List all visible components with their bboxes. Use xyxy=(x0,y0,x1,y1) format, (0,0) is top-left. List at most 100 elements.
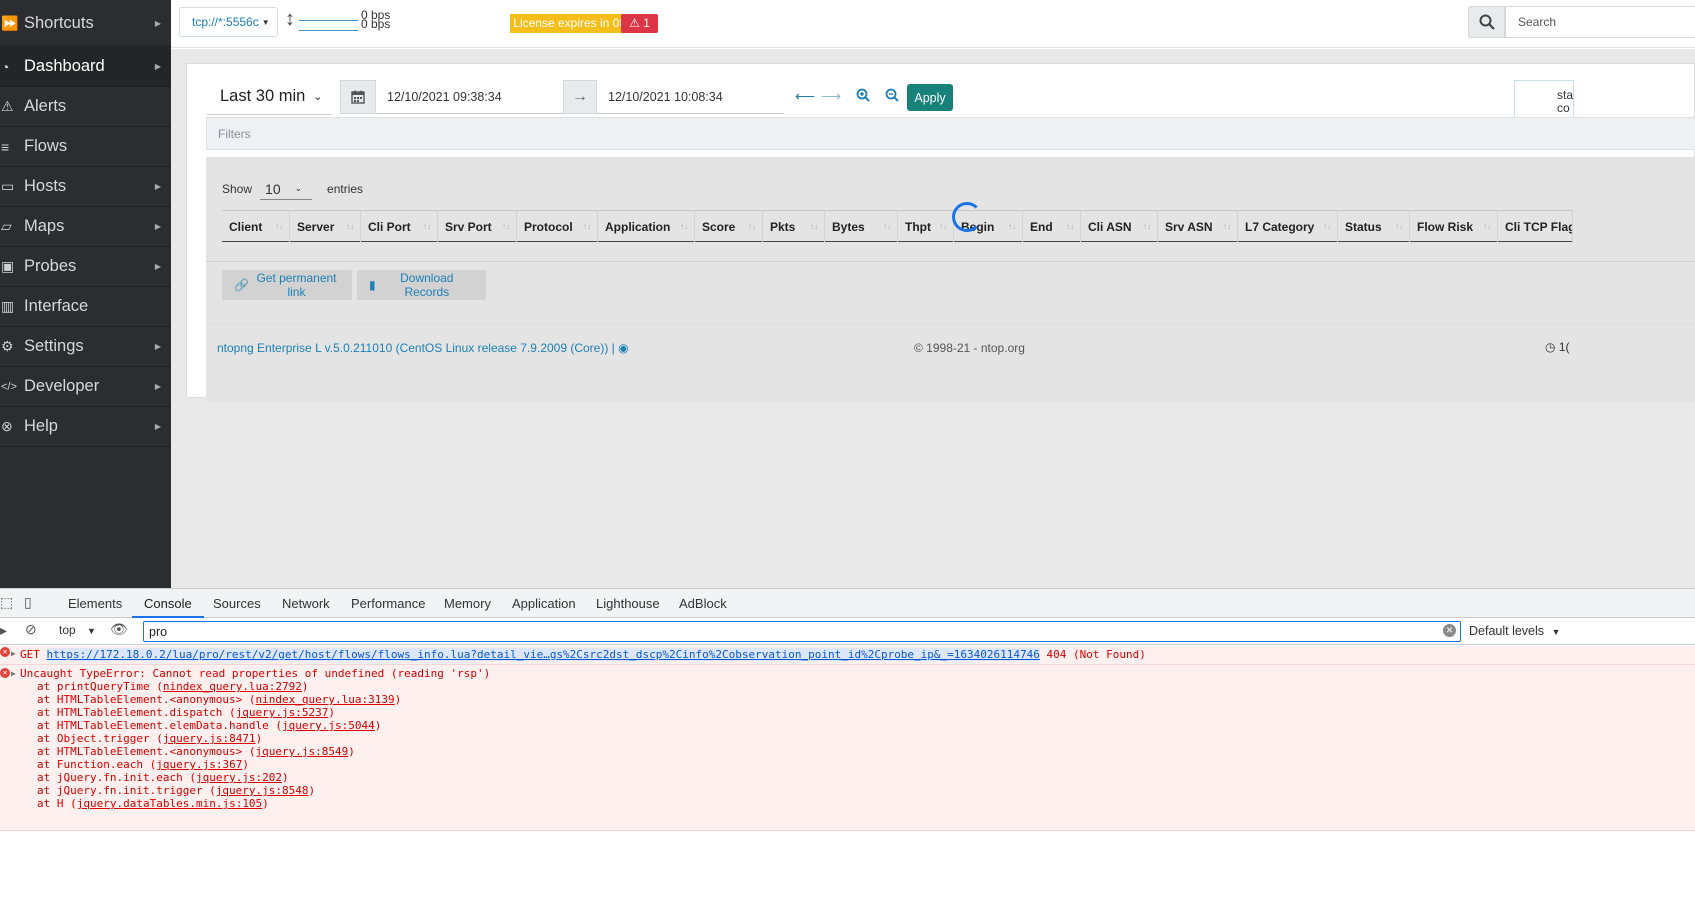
column-header-pkts[interactable]: Pkts ↑↓ xyxy=(763,211,825,242)
sidebar-item-maps[interactable]: ▱ Maps ▶ xyxy=(0,207,171,247)
expand-triangle-icon[interactable]: ▶ xyxy=(11,646,16,662)
device-toolbar-icon[interactable]: ▯ xyxy=(24,594,32,611)
arrow-right-icon[interactable]: ⟶ xyxy=(821,88,841,105)
stack-location-link[interactable]: jquery.js:8549 xyxy=(256,745,349,758)
close-icon[interactable]: ✕ xyxy=(1443,624,1456,637)
column-header-end[interactable]: End ↑↓ xyxy=(1023,211,1081,242)
tab-sources[interactable]: Sources xyxy=(213,589,261,618)
version-link[interactable]: ntopng Enterprise L v.5.0.211010 (CentOS… xyxy=(217,341,629,355)
stack-location-link[interactable]: nindex_query.lua:3139 xyxy=(256,693,395,706)
column-header-cli-asn[interactable]: Cli ASN ↑↓ xyxy=(1081,211,1158,242)
expand-triangle-icon[interactable]: ▶ xyxy=(11,666,16,682)
sort-icon: ↑↓ xyxy=(1223,222,1231,231)
zoom-in-icon[interactable] xyxy=(856,88,870,105)
tab-memory[interactable]: Memory xyxy=(444,589,491,618)
apply-button[interactable]: Apply xyxy=(907,84,953,111)
console-error-message[interactable]: ✕ ▶ GET https://172.18.0.2/lua/pro/rest/… xyxy=(0,646,1695,665)
levels-label: Default levels xyxy=(1469,624,1545,638)
sidebar-item-alerts[interactable]: ⚠ Alerts xyxy=(0,87,171,127)
column-header-bytes[interactable]: Bytes ↑↓ xyxy=(825,211,898,242)
stack-location-link[interactable]: jquery.js:8471 xyxy=(163,732,256,745)
tab-performance[interactable]: Performance xyxy=(351,589,425,618)
arrow-left-icon[interactable]: ⟵ xyxy=(795,88,815,105)
entries-select[interactable]: 10 ⌄ xyxy=(260,178,313,200)
date-to-input[interactable] xyxy=(597,80,784,114)
sidebar-toggle-icon[interactable]: ▸ xyxy=(0,622,7,639)
column-header-client[interactable]: Client ↑↓ xyxy=(222,211,290,242)
sidebar-item-label: Dashboard xyxy=(24,57,105,75)
stack-function: at Object.trigger ( xyxy=(37,732,163,745)
time-range-select[interactable]: Last 30 min ⌄ xyxy=(207,78,332,115)
sidebar-item-interface[interactable]: ▥ Interface xyxy=(0,287,171,327)
sidebar-item-settings[interactable]: ⚙ Settings ▶ xyxy=(0,327,171,367)
column-header-server[interactable]: Server ↑↓ xyxy=(290,211,361,242)
status-text-2: co xyxy=(1557,101,1570,115)
stack-location-link[interactable]: jquery.js:367 xyxy=(156,758,242,771)
tab-console[interactable]: Console xyxy=(132,589,204,618)
sidebar-item-help[interactable]: ⊗ Help ▶ xyxy=(0,407,171,447)
date-from-input[interactable] xyxy=(376,80,563,114)
tab-elements[interactable]: Elements xyxy=(68,589,122,618)
column-header-l7-category[interactable]: L7 Category ↑↓ xyxy=(1238,211,1338,242)
stack-location-link[interactable]: nindex_query.lua:2792 xyxy=(163,680,302,693)
column-label: Cli ASN xyxy=(1088,220,1132,234)
column-header-srv-asn[interactable]: Srv ASN ↑↓ xyxy=(1158,211,1238,242)
clear-console-icon[interactable]: ⊘ xyxy=(25,621,37,638)
column-header-srv-port[interactable]: Srv Port ↑↓ xyxy=(438,211,517,242)
column-header-status[interactable]: Status ↑↓ xyxy=(1338,211,1410,242)
sidebar-item-hosts[interactable]: ▭ Hosts ▶ xyxy=(0,167,171,207)
search-button[interactable] xyxy=(1468,6,1505,38)
console-error-message[interactable]: ✕ ▶ Uncaught TypeError: Cannot read prop… xyxy=(0,665,1695,831)
sidebar: ⏩ Shortcuts ▶ ◔ Dashboard ▶ ⚠ Alerts ≡ Flows ▭ Host… xyxy=(0,0,171,636)
search-input[interactable] xyxy=(1505,6,1695,38)
console-filter-input[interactable] xyxy=(143,621,1461,642)
sidebar-item-probes[interactable]: ▣ Probes ▶ xyxy=(0,247,171,287)
clock-icon: ◷ xyxy=(1545,340,1556,354)
column-header-protocol[interactable]: Protocol ↑↓ xyxy=(517,211,598,242)
filters-bar[interactable]: Filters xyxy=(206,117,1695,150)
stack-location-link[interactable]: jquery.js:202 xyxy=(196,771,282,784)
get-permanent-link-button[interactable]: 🔗 Get permanent link xyxy=(222,270,352,300)
tab-lighthouse[interactable]: Lighthouse xyxy=(596,589,660,618)
sidebar-item-developer[interactable]: </> Developer ▶ xyxy=(0,367,171,407)
sidebar-item-label: Alerts xyxy=(24,97,67,115)
column-label: Srv Port xyxy=(445,220,492,234)
column-header-thpt[interactable]: Thpt ↑↓ xyxy=(898,211,954,242)
column-header-cli-port[interactable]: Cli Port ↑↓ xyxy=(361,211,438,242)
alerts-badge[interactable]: ⚠ 1 xyxy=(621,14,658,33)
inspect-element-icon[interactable]: ⬚ xyxy=(0,594,13,611)
column-label: Cli TCP Flags xyxy=(1505,220,1572,234)
zoom-out-icon[interactable] xyxy=(885,88,899,105)
stack-paren: ) xyxy=(348,745,355,758)
permalink-label: Get permanent link xyxy=(256,271,337,299)
stack-location-link[interactable]: jquery.dataTables.min.js:105 xyxy=(77,797,262,810)
entries-value: 10 xyxy=(265,180,281,197)
stack-location-link[interactable]: jquery.js:5237 xyxy=(236,706,329,719)
context-select[interactable]: top ▼ xyxy=(59,623,96,637)
eye-icon[interactable]: 👁 xyxy=(110,621,128,638)
calendar-button[interactable] xyxy=(340,80,376,114)
download-records-button[interactable]: ▮ Download Records xyxy=(357,270,486,300)
request-method: GET xyxy=(20,648,40,661)
console-output: ✕ ▶ GET https://172.18.0.2/lua/pro/rest/… xyxy=(0,646,1695,898)
tab-adblock[interactable]: AdBlock xyxy=(679,589,727,618)
time-range-label: Last 30 min xyxy=(220,86,306,105)
column-label: Cli Port xyxy=(368,220,411,234)
tab-network[interactable]: Network xyxy=(282,589,330,618)
sidebar-item-flows[interactable]: ≡ Flows xyxy=(0,127,171,167)
column-header-application[interactable]: Application ↑↓ xyxy=(598,211,695,242)
interface-selector[interactable]: tcp://*:5556c ▼ xyxy=(179,7,278,37)
sort-icon: ↑↓ xyxy=(1323,222,1331,231)
tab-application[interactable]: Application xyxy=(512,589,576,618)
column-header-flow-risk[interactable]: Flow Risk ↑↓ xyxy=(1410,211,1498,242)
stack-location-link[interactable]: jquery.js:8548 xyxy=(216,784,309,797)
sidebar-item-shortcuts[interactable]: ⏩ Shortcuts ▶ xyxy=(0,0,171,47)
log-levels-select[interactable]: Default levels ▼ xyxy=(1469,624,1560,638)
stack-paren: ) xyxy=(308,784,316,797)
column-header-score[interactable]: Score ↑↓ xyxy=(695,211,763,242)
column-header-cli-tcp-flags[interactable]: Cli TCP Flags xyxy=(1498,211,1573,242)
stack-location-link[interactable]: jquery.js:5044 xyxy=(282,719,375,732)
sidebar-item-dashboard[interactable]: ◔ Dashboard ▶ xyxy=(0,47,171,87)
sort-icon: ↑↓ xyxy=(1483,222,1491,231)
request-url-link[interactable]: https://172.18.0.2/lua/pro/rest/v2/get/h… xyxy=(46,648,1040,661)
